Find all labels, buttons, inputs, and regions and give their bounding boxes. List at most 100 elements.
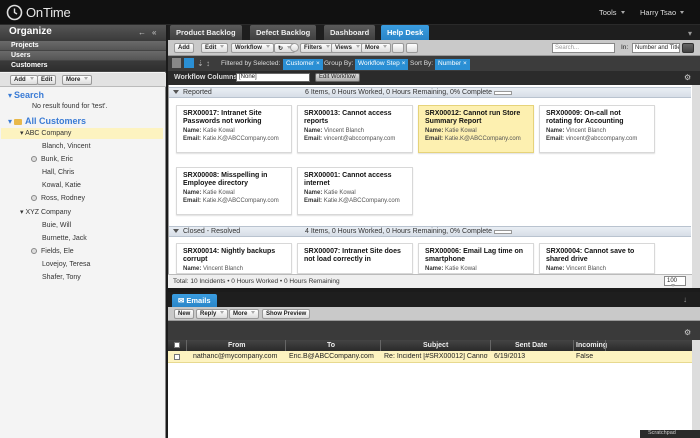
incident-card[interactable]: SRX00013: Cannot access reports Name: Vi… (297, 105, 413, 153)
group-header-closed-resolved[interactable]: Closed - Resolved 4 Items, 0 Hours Worke… (169, 226, 691, 237)
filters-button[interactable]: Filters (300, 43, 335, 53)
workflow-button[interactable]: Workflow (231, 43, 274, 53)
tools-menu[interactable]: Tools (599, 8, 625, 17)
nav-users[interactable]: Users (0, 51, 166, 61)
edit-label: Edit (205, 45, 217, 51)
list-view-icon[interactable] (172, 58, 181, 68)
views-button[interactable]: Views (331, 43, 364, 53)
card-view-icon[interactable] (184, 58, 194, 68)
customer-group-abc[interactable]: ▾ ABC Company (20, 129, 71, 137)
panel-arrow-icon[interactable]: ↓ (683, 295, 687, 304)
incident-card-selected[interactable]: SRX00012: Cannot run Store Summary Repor… (418, 105, 534, 153)
board-scrollbar[interactable] (692, 85, 700, 288)
customer-item[interactable]: Blanch, Vincent (42, 143, 91, 150)
incident-card[interactable]: SRX00004: Cannot save to shared drive Na… (539, 243, 655, 274)
close-icon[interactable]: × (316, 60, 320, 67)
expand-icon[interactable]: ↕ (206, 59, 210, 68)
column-header-incoming[interactable]: Incoming (576, 342, 607, 349)
edit-customer-button[interactable]: Edit (37, 75, 57, 85)
sort-icon[interactable]: ⇣ (197, 59, 204, 68)
column-header-sent-date[interactable]: Sent Date (515, 342, 547, 349)
collapse-icon[interactable]: « (152, 28, 156, 37)
new-email-button[interactable]: New (174, 309, 195, 319)
filter-chip-customer[interactable]: Customer × (283, 59, 323, 70)
incident-card[interactable]: SRX00007: Intranet Site does not load co… (297, 243, 413, 274)
user-icon (31, 248, 37, 254)
add-customer-button[interactable]: Add (10, 75, 38, 85)
tab-product-backlog[interactable]: Product Backlog (170, 25, 242, 40)
column-header-to[interactable]: To (327, 342, 335, 349)
customer-item[interactable]: Buie, Will (42, 222, 71, 229)
workflow-label: Workflow (235, 45, 262, 51)
page-size-select[interactable]: 100 (664, 276, 686, 287)
collapse-caret-icon: ▾ (20, 209, 24, 216)
email-more-button[interactable]: More (229, 309, 260, 319)
customer-item[interactable]: Bunk, Eric (31, 156, 73, 163)
organize-panel: Organize ← « Projects Users Customers Ad… (0, 25, 166, 438)
options-icon[interactable] (290, 43, 299, 52)
chip-label: Customer (286, 60, 315, 67)
nav-customers[interactable]: Customers (0, 61, 166, 72)
card-title: SRX00007: Intranet Site does not load co… (304, 248, 401, 263)
tab-defect-backlog[interactable]: Defect Backlog (250, 25, 317, 40)
customer-item[interactable]: Ross, Rodney (31, 195, 85, 202)
customer-group-xyz[interactable]: ▾ XYZ Company (20, 208, 71, 216)
card-email: vincent@abccompany.com (565, 135, 638, 142)
email-scrollbar[interactable] (692, 340, 700, 430)
edit-workflow-button[interactable]: Edit Workflow (315, 73, 360, 82)
search-button[interactable] (682, 43, 694, 53)
nav-projects[interactable]: Projects (0, 41, 166, 51)
customer-item[interactable]: Shafer, Tony (42, 274, 81, 281)
incident-card[interactable]: SRX00008: Misspelling in Employee direct… (176, 167, 292, 215)
sort-by-label: Sort By: (410, 60, 434, 67)
customer-item[interactable]: Burnette, Jack (42, 235, 87, 242)
reply-button[interactable]: Reply (196, 309, 229, 319)
close-icon[interactable]: × (463, 60, 467, 67)
group-name: ABC Company (25, 130, 72, 137)
refresh-icon: ↻ (278, 46, 284, 52)
print-icon[interactable] (406, 43, 418, 53)
incident-card[interactable]: SRX00001: Cannot access internet Name: K… (297, 167, 413, 215)
gear-icon[interactable]: ⚙ (684, 73, 691, 82)
row-checkbox[interactable] (174, 354, 180, 360)
workflow-columns-select[interactable]: [None] (236, 73, 310, 82)
column-separator (285, 340, 286, 351)
add-button[interactable]: Add (174, 43, 194, 53)
tab-dashboard[interactable]: Dashboard (324, 25, 376, 40)
group-chip-workflow-step[interactable]: Workflow Step × (355, 59, 409, 70)
tab-emails[interactable]: ✉ Emails (172, 294, 217, 307)
tab-scroll-arrow-icon[interactable]: ▾ (688, 29, 692, 38)
search-input[interactable]: Search... (552, 43, 615, 53)
group-header-reported[interactable]: Reported 6 Items, 0 Hours Worked, 0 Hour… (169, 87, 691, 98)
back-arrow-icon[interactable]: ← (138, 28, 146, 37)
scratchpad-button[interactable]: Scratchpad (640, 430, 700, 438)
column-header-from[interactable]: From (228, 342, 246, 349)
name-label: Name: (425, 266, 444, 272)
customer-item[interactable]: Kowal, Katie (42, 182, 81, 189)
sort-chip-number[interactable]: Number × (435, 59, 470, 70)
user-menu[interactable]: Harry Tsao (640, 8, 685, 17)
incident-card[interactable]: SRX00006: Email Lag time on smartphone N… (418, 243, 534, 274)
all-customers-node[interactable]: ▾ All Customers (8, 116, 86, 126)
customer-item[interactable]: Lovejoy, Teresa (42, 261, 90, 268)
close-icon[interactable]: × (402, 60, 406, 67)
customer-item[interactable]: Hall, Chris (42, 169, 74, 176)
card-name: Vincent Blanch (566, 266, 606, 272)
edit-button[interactable]: Edit (201, 43, 229, 53)
more-button[interactable]: More (62, 75, 93, 85)
search-in-select[interactable]: Number and Title (632, 43, 680, 53)
column-header-subject[interactable]: Subject (423, 342, 448, 349)
more-button[interactable]: More (361, 43, 392, 53)
incident-card[interactable]: SRX00017: Intranet Site Passwords not wo… (176, 105, 292, 153)
select-all-checkbox[interactable] (174, 342, 180, 348)
customer-item[interactable]: Fields, Ele (31, 248, 74, 255)
tab-help-desk[interactable]: Help Desk (381, 25, 430, 40)
incident-card[interactable]: SRX00014: Nightly backups corrupt Name: … (176, 243, 292, 274)
incident-card[interactable]: SRX00009: On-call not rotating for Accou… (539, 105, 655, 153)
search-node[interactable]: ▾ Search (8, 90, 44, 100)
report-icon[interactable] (392, 43, 404, 53)
gear-icon[interactable]: ⚙ (684, 328, 691, 337)
folder-icon (13, 119, 22, 125)
show-preview-button[interactable]: Show Preview (262, 309, 311, 319)
more-label: More (365, 45, 380, 51)
